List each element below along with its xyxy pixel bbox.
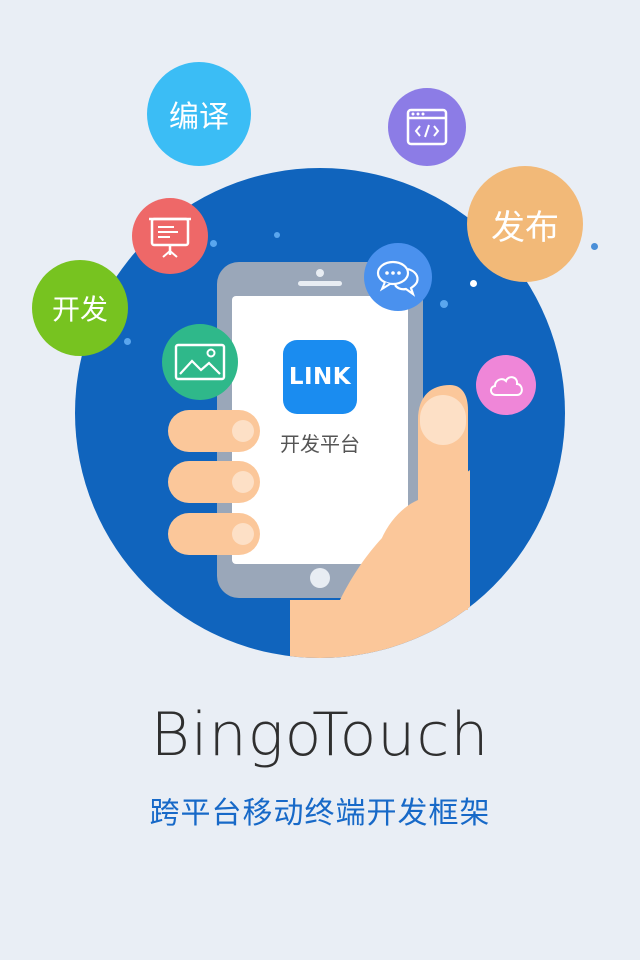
app-logo-text: LINK (288, 364, 352, 390)
code-window-icon (388, 88, 466, 166)
app-logo: LINK (283, 340, 357, 414)
cloud-icon (476, 355, 536, 415)
app-title: BingoTouch (150, 700, 490, 770)
chat-bubbles-icon (364, 243, 432, 311)
develop-label: 开发 (51, 293, 108, 326)
publish-bubble: 发布 (467, 166, 583, 282)
app-logo-caption: 开发平台 (280, 432, 360, 456)
publish-label: 发布 (491, 207, 559, 248)
compile-label: 编译 (169, 100, 229, 135)
compile-bubble: 编译 (147, 62, 251, 166)
presentation-board-icon (132, 198, 208, 274)
develop-bubble: 开发 (32, 260, 128, 356)
app-tagline: 跨平台移动终端开发框架 (149, 796, 491, 831)
picture-icon (162, 324, 238, 400)
